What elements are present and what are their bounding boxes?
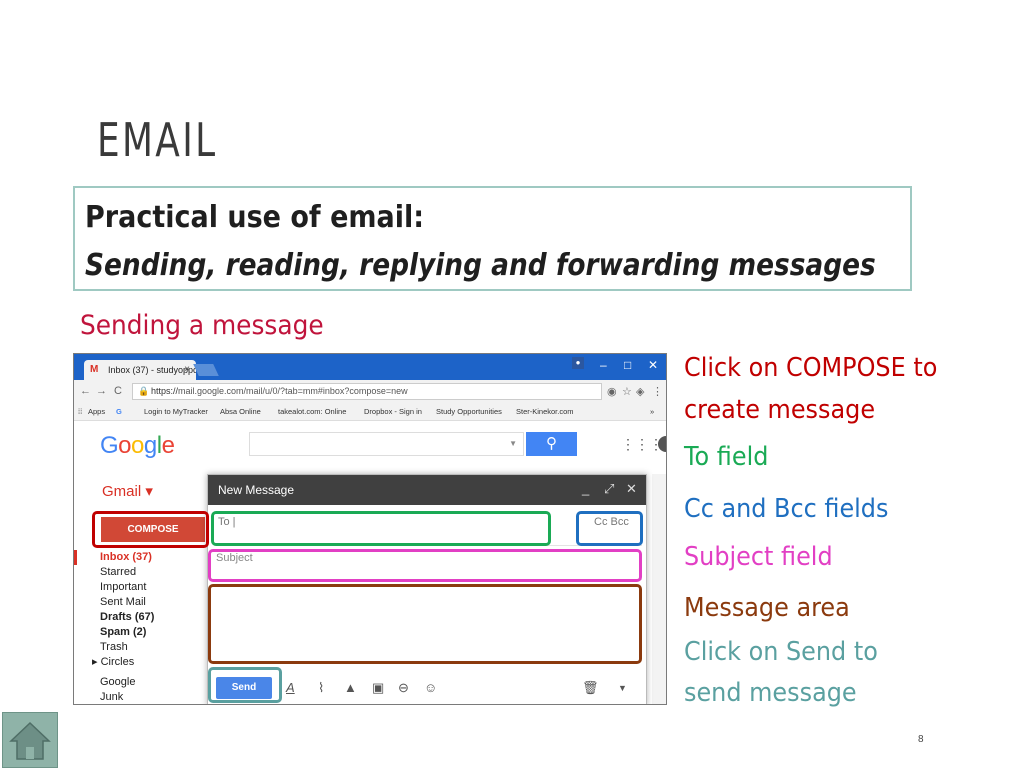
maximize-icon[interactable]: □ (624, 358, 631, 372)
search-dropdown-icon[interactable]: ▼ (509, 439, 517, 448)
heading-line1: Practical use of email: (85, 200, 425, 235)
highlight-send (208, 667, 282, 703)
emoji-icon[interactable]: ☺ (424, 680, 437, 695)
gmail-screenshot: M Inbox (37) - studyoppor × ● – □ ✕ ← → … (73, 353, 667, 705)
folder-sent[interactable]: Sent Mail (100, 595, 154, 610)
folder-spam[interactable]: Spam (2) (100, 625, 154, 640)
highlight-cc-bcc (576, 511, 643, 546)
search-input[interactable]: ▼ (249, 432, 524, 456)
browser-titlebar: M Inbox (37) - studyoppor × ● – □ ✕ (74, 354, 666, 380)
user-icon[interactable]: ● (572, 357, 584, 369)
home-icon (9, 721, 51, 760)
bookmark-google[interactable]: G (116, 407, 122, 416)
google-logo: Google (100, 432, 175, 460)
highlight-compose (92, 511, 209, 548)
browser-tab-title: Inbox (37) - studyoppor (108, 365, 196, 375)
home-button[interactable] (2, 712, 58, 768)
menu-icon[interactable]: ⋮ (652, 385, 663, 398)
heading-box: Practical use of email: Sending, reading… (73, 186, 912, 291)
lock-icon: 🔒 (138, 386, 150, 396)
folder-google[interactable]: Google (100, 675, 154, 690)
folder-drafts[interactable]: Drafts (67) (100, 610, 154, 625)
apps-grid-icon[interactable]: ⋮⋮⋮ (621, 436, 663, 453)
url-input[interactable]: 🔒 https://mail.google.com/mail/u/0/?tab=… (132, 383, 602, 400)
drive-icon[interactable]: ▲ (344, 680, 357, 695)
folder-trash[interactable]: Trash (100, 640, 154, 655)
google-logo-letter: o (118, 432, 132, 459)
minimize-compose-icon[interactable]: _ (582, 481, 589, 496)
folder-circles[interactable]: ▸ Circles (92, 655, 154, 670)
bookmark-dropbox[interactable]: Dropbox - Sign in (364, 407, 422, 416)
browser-tab[interactable]: M Inbox (37) - studyoppor × (84, 360, 196, 380)
annotation-subject: Subject field (684, 542, 833, 572)
bookmark-mytracker[interactable]: Login to MyTracker (144, 407, 208, 416)
bookmark-sterkinekor[interactable]: Ster-Kinekor.com (516, 407, 574, 416)
folder-active-indicator (74, 550, 77, 565)
eye-icon[interactable]: ◉ (607, 385, 617, 398)
google-logo-letter: e (161, 432, 175, 459)
photo-icon[interactable]: ▣ (372, 680, 384, 696)
more-options-icon[interactable]: ▼ (618, 683, 627, 693)
bookmarks-more-icon[interactable]: » (650, 407, 654, 416)
search-button[interactable]: ⚲ (526, 432, 577, 456)
star-icon[interactable]: ☆ (622, 385, 632, 398)
url-text: mail.google.com/mail/u/0/?tab=mm#inbox?c… (178, 386, 408, 396)
expand-compose-icon[interactable]: ⤢ (604, 481, 614, 497)
back-icon[interactable]: ← (80, 385, 91, 397)
close-compose-icon[interactable]: ✕ (626, 481, 637, 497)
bookmark-takealot[interactable]: takealot.com: Online (278, 407, 346, 416)
folder-important[interactable]: Important (100, 580, 154, 595)
link-icon[interactable]: ⊖ (398, 680, 409, 696)
folder-inbox[interactable]: Inbox (37) (100, 550, 154, 565)
forward-icon[interactable]: → (96, 385, 107, 397)
window-close-icon[interactable]: ✕ (648, 358, 658, 372)
bookmark-absa[interactable]: Absa Online (220, 407, 261, 416)
annotation-compose-line2: create message (684, 395, 876, 425)
google-logo-letter: o (131, 432, 144, 459)
url-scheme: https:// (151, 386, 179, 396)
new-tab-button[interactable] (193, 364, 219, 376)
extension-icon[interactable]: ◈ (636, 385, 644, 398)
slide-title: EMAIL (97, 113, 218, 167)
folder-starred[interactable]: Starred (100, 565, 154, 580)
google-logo-letter: G (100, 432, 119, 459)
gmail-m-icon: M (90, 364, 99, 375)
search-icon: ⚲ (546, 435, 557, 452)
section-label: Sending a message (80, 310, 324, 341)
annotation-send-line1: Click on Send to (684, 637, 878, 667)
highlight-message-area (208, 584, 642, 664)
formatting-icon[interactable]: A (286, 680, 295, 695)
scrollbar[interactable] (652, 474, 666, 704)
annotation-cc-bcc: Cc and Bcc fields (684, 494, 889, 524)
annotation-message-area: Message area (684, 593, 850, 623)
annotation-to-field: To field (684, 442, 769, 472)
folder-junk[interactable]: Junk (100, 690, 154, 704)
annotation-send-line2: send message (684, 678, 857, 708)
compose-title: New Message (218, 483, 295, 497)
avatar[interactable] (658, 436, 666, 452)
bookmarks-bar: ⁞⁞ Apps G Login to MyTracker Absa Online… (74, 404, 666, 421)
bookmark-study[interactable]: Study Opportunities (436, 407, 502, 416)
compose-header: New Message _ ⤢ ✕ (208, 475, 646, 505)
apps-grid-small-icon: ⁞⁞ (78, 407, 83, 416)
attach-icon[interactable]: ⌇ (318, 680, 324, 696)
google-logo-letter: g (143, 432, 157, 459)
trash-icon[interactable]: 🗑 (582, 680, 599, 696)
reload-icon[interactable]: C (114, 385, 122, 397)
page-number: 8 (918, 734, 924, 745)
heading-line2: Sending, reading, replying and forwardin… (85, 248, 876, 283)
minimize-icon[interactable]: – (600, 358, 607, 372)
folder-list: Inbox (37) Starred Important Sent Mail D… (92, 550, 154, 704)
highlight-subject (208, 549, 642, 582)
highlight-to-field (211, 511, 551, 546)
tab-close-icon[interactable]: × (184, 364, 190, 375)
gmail-menu-label[interactable]: Gmail ▾ (102, 482, 153, 500)
address-bar: ← → C 🔒 https://mail.google.com/mail/u/0… (74, 380, 666, 404)
annotation-compose-line1: Click on COMPOSE to (684, 353, 938, 383)
bookmark-apps[interactable]: Apps (88, 407, 105, 416)
